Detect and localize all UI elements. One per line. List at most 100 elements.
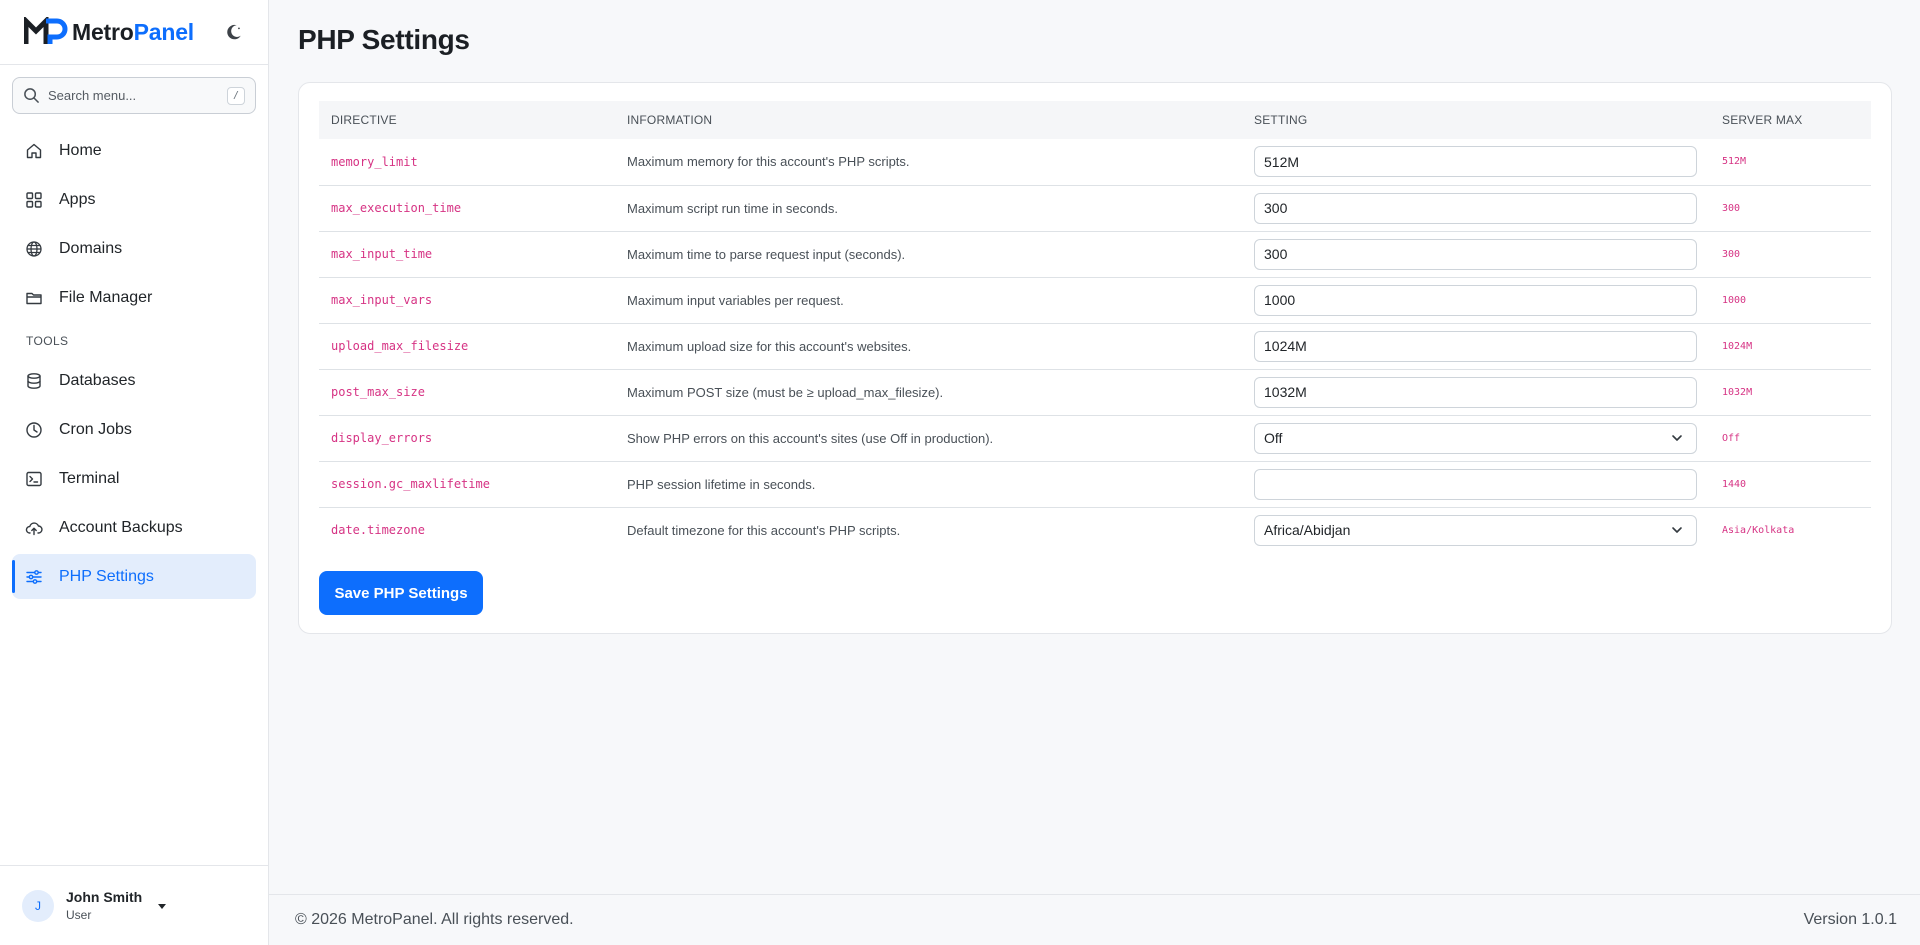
session-gc-maxlifetime-input[interactable] xyxy=(1254,468,1697,500)
directive-name: max_input_time xyxy=(319,231,615,278)
database-icon xyxy=(27,372,41,389)
sidebar-item-label: Domains xyxy=(59,239,123,257)
sidebar-item-domains[interactable]: Domains xyxy=(12,226,256,271)
clock-icon xyxy=(26,421,42,438)
setting-cell: Africa/Abidjan xyxy=(1242,507,1710,553)
search-shortcut-badge: / xyxy=(227,86,245,105)
globe-icon xyxy=(26,240,42,257)
brand-name: MetroPanel xyxy=(72,19,194,46)
copyright-text: © 2026 MetroPanel. All rights reserved. xyxy=(295,911,574,928)
search-icon xyxy=(24,88,39,103)
setting-cell xyxy=(1242,369,1710,416)
memory-limit-input[interactable] xyxy=(1254,146,1697,178)
server-max-value: 1032M xyxy=(1710,369,1871,416)
table-row: upload_max_filesize Maximum upload size … xyxy=(319,323,1871,370)
directive-info: Maximum input variables per request. xyxy=(615,277,1242,324)
table-row: display_errors Show PHP errors on this a… xyxy=(319,415,1871,462)
select-value: Africa/Abidjan xyxy=(1264,522,1351,539)
directive-name: upload_max_filesize xyxy=(319,323,615,370)
tools-section-title: TOOLS xyxy=(26,334,69,348)
sidebar-item-label: PHP Settings xyxy=(59,567,154,585)
table-row: max_execution_time Maximum script run ti… xyxy=(319,185,1871,232)
upload-max-filesize-input[interactable] xyxy=(1254,330,1697,362)
sidebar-item-file-manager[interactable]: File Manager xyxy=(12,275,256,320)
max-input-time-input[interactable] xyxy=(1254,238,1697,270)
server-max-value: 1024M xyxy=(1710,323,1871,370)
main-nav: Home Apps Domains File Manager TOOLS Dat… xyxy=(0,128,268,599)
date-timezone-select[interactable]: Africa/Abidjan xyxy=(1254,514,1697,546)
post-max-size-input[interactable] xyxy=(1254,376,1697,408)
sidebar-item-label: Home xyxy=(59,141,102,159)
max-input-vars-input[interactable] xyxy=(1254,284,1697,316)
table-row: date.timezone Default timezone for this … xyxy=(319,507,1871,553)
setting-cell xyxy=(1242,185,1710,232)
chevron-down-icon xyxy=(1672,527,1682,534)
directive-info: Default timezone for this account's PHP … xyxy=(627,522,901,538)
setting-cell xyxy=(1242,323,1710,370)
table-row: max_input_vars Maximum input variables p… xyxy=(319,277,1871,324)
sidebar-item-home[interactable]: Home xyxy=(12,128,256,173)
moon-icon xyxy=(227,24,241,40)
folder-icon xyxy=(26,292,42,304)
setting-cell xyxy=(1242,461,1710,508)
directive-info: Maximum script run time in seconds. xyxy=(615,185,1242,232)
directive-info: Maximum time to parse request input (sec… xyxy=(615,231,1242,278)
sidebar-item-label: Cron Jobs xyxy=(59,420,132,438)
column-header-information: INFORMATION xyxy=(627,113,713,127)
sidebar-item-databases[interactable]: Databases xyxy=(12,358,256,403)
directive-info: Maximum memory for this account's PHP sc… xyxy=(615,139,1242,186)
server-max-value: 1440 xyxy=(1710,461,1871,508)
sliders-icon xyxy=(26,569,42,584)
grid-icon xyxy=(26,191,42,208)
table-row: memory_limit Maximum memory for this acc… xyxy=(319,139,1871,186)
directive-info: Maximum upload size for this account's w… xyxy=(615,323,1242,370)
search-input[interactable] xyxy=(48,88,227,103)
chevron-down-icon xyxy=(1672,435,1682,441)
server-max-value: 512M xyxy=(1710,139,1871,186)
select-value: Off xyxy=(1264,430,1283,446)
brand-name-part1: Metro xyxy=(72,18,134,45)
setting-cell: Off xyxy=(1242,415,1710,462)
home-icon xyxy=(26,143,42,158)
php-settings-card: DIRECTIVE INFORMATION SETTING SERVER MAX… xyxy=(298,82,1892,634)
sidebar-item-apps[interactable]: Apps xyxy=(12,177,256,222)
server-max-value: 300 xyxy=(1710,185,1871,232)
max-execution-time-input[interactable] xyxy=(1254,192,1697,224)
sidebar-item-label: Apps xyxy=(59,190,96,208)
column-header-setting: SETTING xyxy=(1254,113,1308,127)
metropanel-logo-icon xyxy=(24,17,68,44)
directive-name: max_execution_time xyxy=(319,185,615,232)
sidebar-item-account-backups[interactable]: Account Backups xyxy=(12,505,256,550)
sidebar-item-label: Account Backups xyxy=(59,518,183,536)
setting-cell xyxy=(1242,139,1710,186)
user-role: User xyxy=(66,908,92,922)
table-row: session.gc_maxlifetime PHP session lifet… xyxy=(319,461,1871,508)
column-header-directive: DIRECTIVE xyxy=(331,113,397,127)
server-max-value: Off xyxy=(1710,415,1871,462)
caret-down-icon[interactable] xyxy=(156,900,168,912)
cloud-upload-icon xyxy=(25,521,43,535)
page-title: PHP Settings xyxy=(298,24,470,55)
table-row: post_max_size Maximum POST size (must be… xyxy=(319,369,1871,416)
setting-cell xyxy=(1242,277,1710,324)
server-max-value: 1000 xyxy=(1710,277,1871,324)
directive-name: post_max_size xyxy=(319,369,615,416)
user-info: John Smith User xyxy=(66,889,142,922)
main-content: PHP Settings DIRECTIVE INFORMATION SETTI… xyxy=(269,0,1920,945)
sidebar-item-terminal[interactable]: Terminal xyxy=(12,456,256,501)
table-row: max_input_time Maximum time to parse req… xyxy=(319,231,1871,278)
avatar: J xyxy=(22,889,54,922)
display-errors-select[interactable]: Off xyxy=(1254,422,1697,454)
sidebar-item-cron-jobs[interactable]: Cron Jobs xyxy=(12,407,256,452)
brand-name-part2: Panel xyxy=(133,18,195,45)
sidebar-item-php-settings[interactable]: PHP Settings xyxy=(12,554,256,599)
directive-name: memory_limit xyxy=(319,139,615,186)
directive-name: display_errors xyxy=(319,415,615,462)
directive-name: date.timezone xyxy=(331,523,425,538)
save-php-settings-button[interactable]: Save PHP Settings xyxy=(319,571,483,615)
php-settings-table: DIRECTIVE INFORMATION SETTING SERVER MAX… xyxy=(319,101,1871,553)
user-menu: J John Smith User xyxy=(0,865,268,945)
sidebar-item-label: Databases xyxy=(59,371,136,389)
theme-toggle-button[interactable] xyxy=(222,20,246,44)
user-name: John Smith xyxy=(66,889,143,905)
